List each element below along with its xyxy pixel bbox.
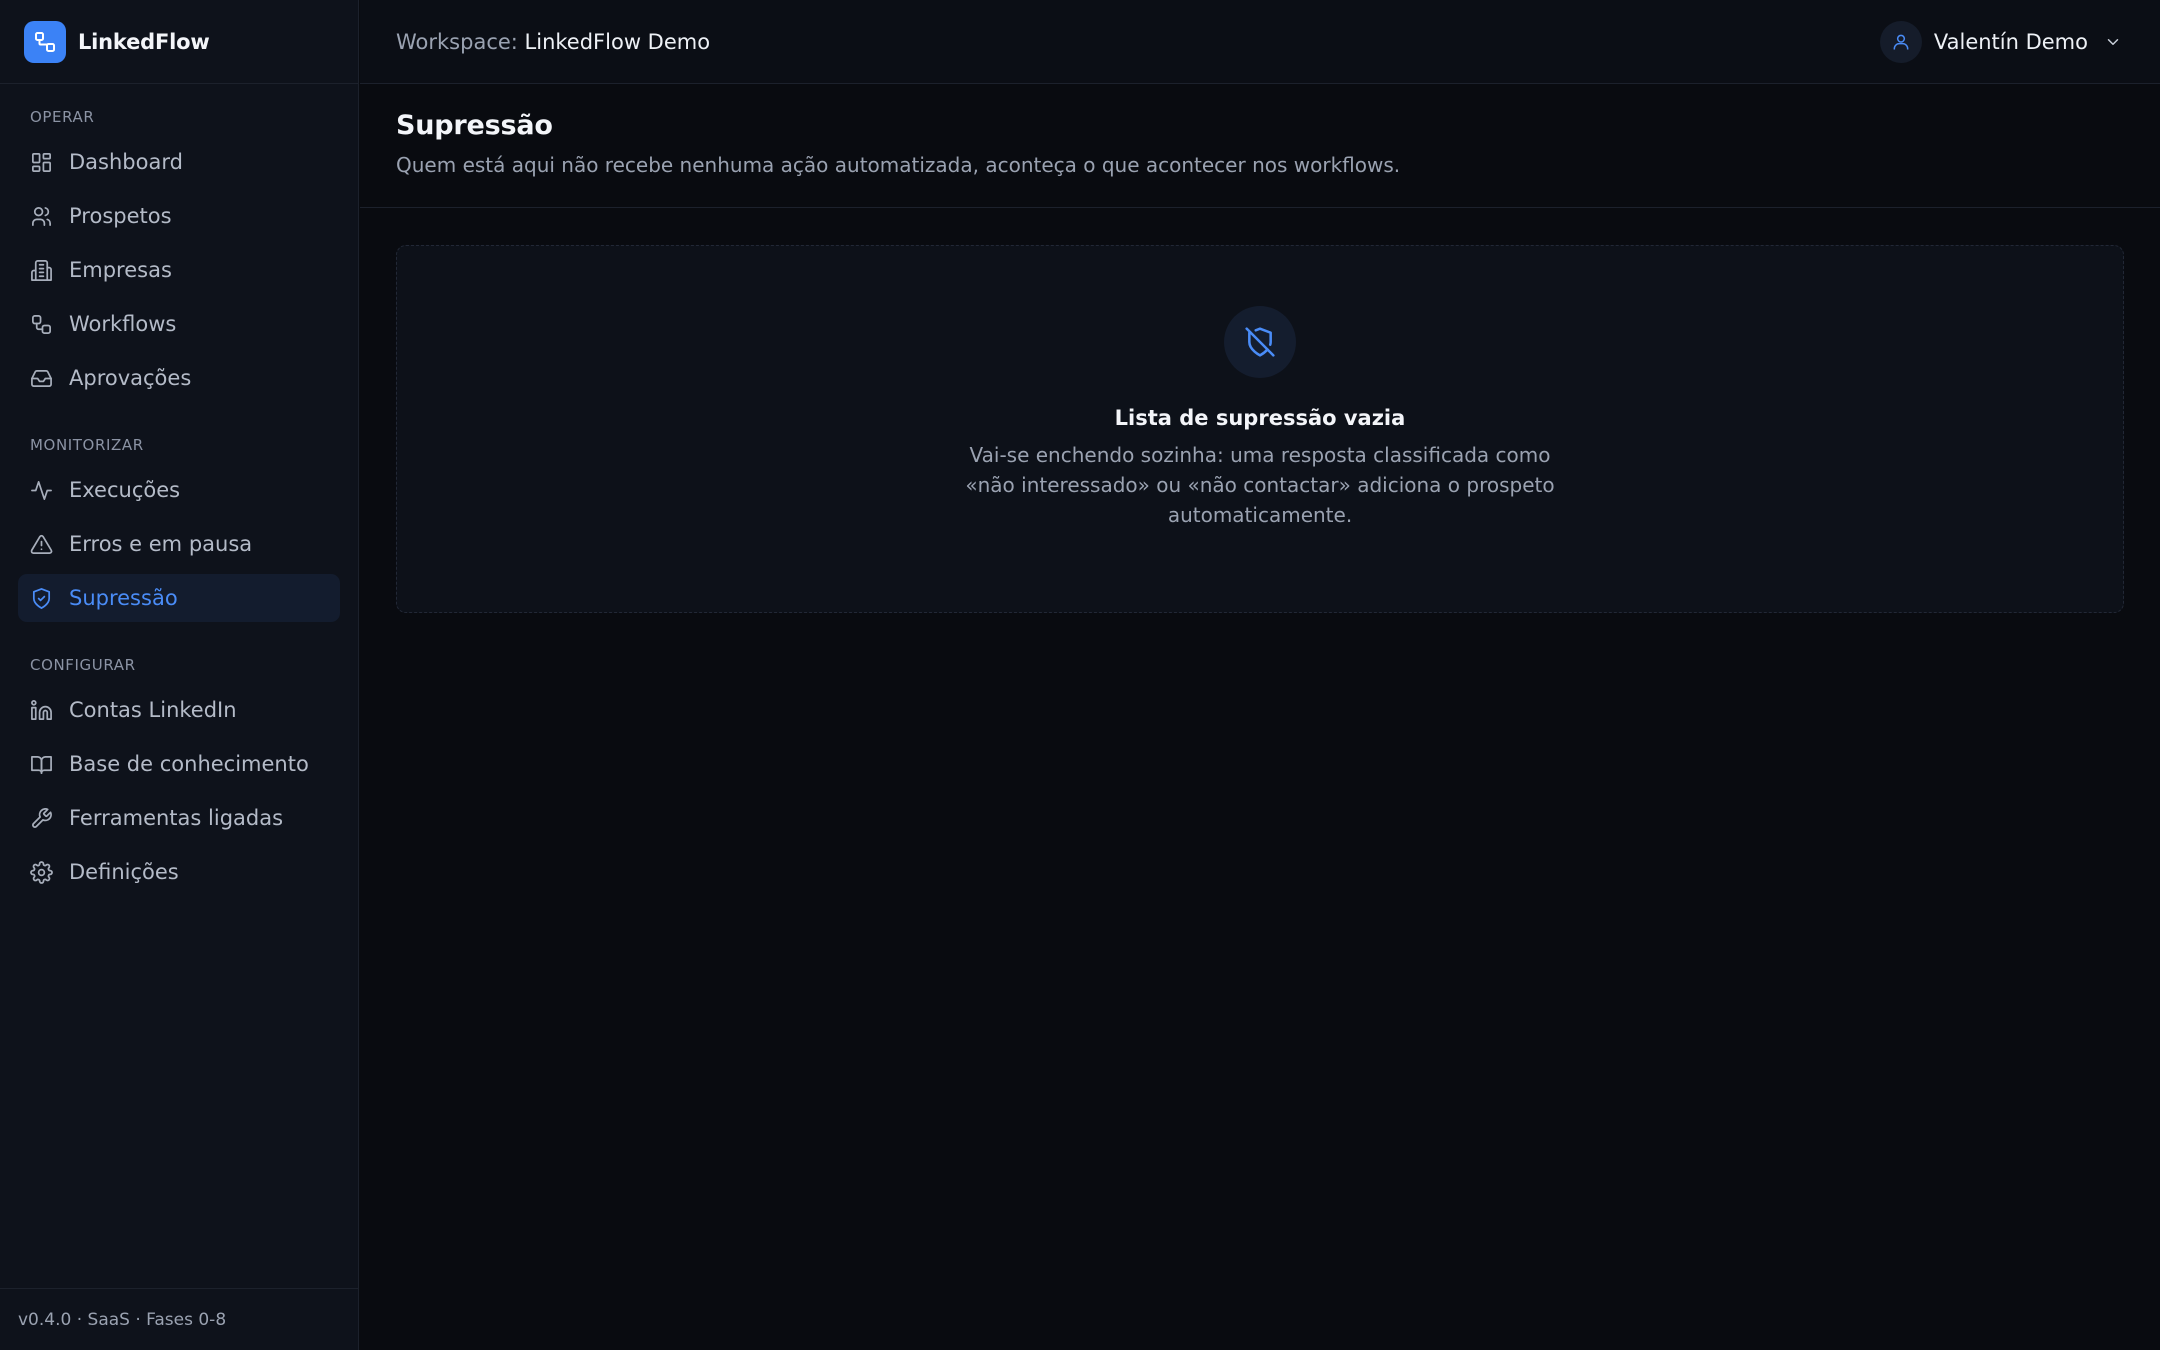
page-subtitle: Quem está aqui não recebe nenhuma ação a…	[396, 153, 1401, 177]
workspace-label: Workspace:	[396, 29, 518, 54]
sidebar-item-label: Prospetos	[69, 204, 172, 228]
user-menu-button[interactable]: Valentín Demo	[1879, 20, 2122, 63]
empty-state-description: Vai-se enchendo sozinha: uma resposta cl…	[965, 443, 1555, 527]
sidebar-item-label: Erros e em pausa	[69, 532, 253, 556]
section-label-operar: OPERAR	[30, 108, 95, 126]
sidebar-item-label: Empresas	[69, 258, 172, 282]
gear-icon	[30, 860, 53, 884]
chevron-down-icon	[2107, 38, 2119, 45]
sidebar-item-label: Ferramentas ligadas	[69, 806, 284, 830]
sidebar-item-label: Dashboard	[69, 150, 183, 174]
sidebar-item-base-conhecimento[interactable]: Base de conhecimento	[18, 740, 340, 788]
sidebar-item-label: Contas LinkedIn	[69, 698, 237, 722]
avatar	[1879, 20, 1922, 63]
topbar: Workspace: LinkedFlow Demo Valentín Demo	[360, 0, 2160, 84]
empty-state-title: Lista de supressão vazia	[1114, 406, 1406, 430]
sidebar-nav: OPERAR Dashboard Prospetos Empresas Work…	[0, 84, 358, 896]
version-info: v0.4.0 · SaaS · Fases 0-8	[0, 1288, 358, 1350]
sidebar-item-label: Definições	[69, 860, 179, 884]
sidebar-item-contas-linkedin[interactable]: Contas LinkedIn	[18, 686, 340, 734]
dashboard-icon	[32, 152, 51, 172]
activity-icon	[31, 480, 52, 500]
page-header: Supressão Quem está aqui não recebe nenh…	[360, 84, 2160, 208]
sidebar-item-workflows[interactable]: Workflows	[18, 300, 340, 348]
sidebar: LinkedFlow OPERAR Dashboard Prospetos Em…	[0, 0, 359, 1350]
sidebar-item-label: Supressão	[69, 586, 178, 610]
user-name: Valentín Demo	[1933, 29, 2088, 54]
sidebar-item-supressao[interactable]: Supressão	[18, 574, 340, 622]
sidebar-item-prospetos[interactable]: Prospetos	[18, 192, 340, 240]
app-name: LinkedFlow	[78, 29, 210, 54]
app-root: LinkedFlow OPERAR Dashboard Prospetos Em…	[0, 0, 2160, 1350]
sidebar-item-empresas[interactable]: Empresas	[18, 246, 340, 294]
brand[interactable]: LinkedFlow	[0, 0, 358, 84]
page-title: Supressão	[396, 110, 553, 141]
sidebar-item-execucoes[interactable]: Execuções	[18, 466, 340, 514]
sidebar-item-label: Aprovações	[69, 366, 192, 390]
sidebar-item-definicoes[interactable]: Definições	[18, 848, 340, 896]
sidebar-item-erros[interactable]: Erros e em pausa	[18, 520, 340, 568]
shield-off-icon	[1224, 306, 1296, 378]
sidebar-item-label: Base de conhecimento	[69, 752, 309, 776]
sidebar-item-ferramentas[interactable]: Ferramentas ligadas	[18, 794, 340, 842]
sidebar-item-aprovacoes[interactable]: Aprovações	[18, 354, 340, 402]
logo-icon	[24, 20, 66, 63]
sidebar-item-label: Workflows	[69, 312, 177, 336]
book-icon	[31, 755, 52, 774]
linkedin-icon	[31, 699, 52, 720]
workspace-name: LinkedFlow Demo	[524, 29, 711, 54]
users-icon	[32, 206, 51, 226]
user-icon	[1893, 34, 1909, 49]
building-icon	[31, 259, 52, 281]
sidebar-item-label: Execuções	[69, 478, 181, 502]
warning-icon	[30, 534, 53, 554]
shield-check-icon	[32, 587, 51, 609]
section-label-monitorizar: MONITORIZAR	[30, 436, 144, 454]
workflow-icon	[32, 314, 51, 334]
section-label-configurar: CONFIGURAR	[30, 656, 136, 674]
sidebar-item-dashboard[interactable]: Dashboard	[18, 138, 340, 186]
inbox-icon	[31, 369, 52, 387]
wrench-icon	[32, 807, 52, 828]
empty-state-card: Lista de supressão vazia Vai-se enchendo…	[396, 245, 2124, 613]
workspace-indicator: Workspace: LinkedFlow Demo	[396, 30, 710, 54]
